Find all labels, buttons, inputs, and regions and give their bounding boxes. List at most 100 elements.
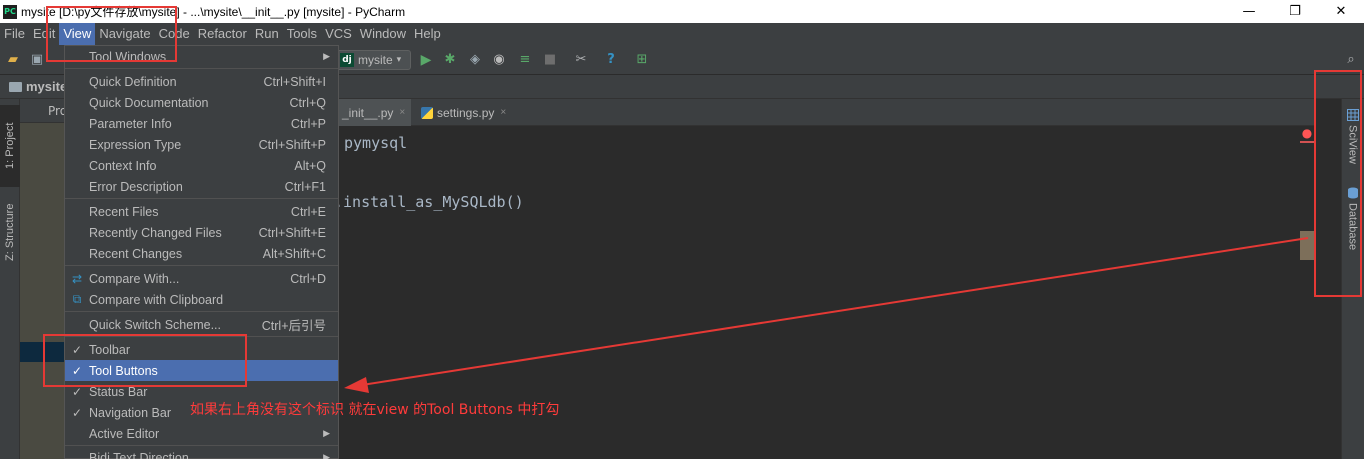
- menu-item-active-editor[interactable]: Active Editor ▶: [65, 423, 338, 444]
- close-button[interactable]: ✕: [1318, 0, 1364, 23]
- menu-item-shortcut: Ctrl+E: [290, 204, 326, 219]
- menu-separator: [65, 311, 338, 312]
- code-line: pymysql: [344, 134, 408, 152]
- annotation-box-right-stripe: [1314, 70, 1362, 297]
- menu-refactor[interactable]: Refactor: [194, 23, 251, 45]
- menu-tools[interactable]: Tools: [283, 23, 321, 45]
- menu-item-quick-documentation[interactable]: Quick Documentation Ctrl+Q: [65, 92, 338, 113]
- menu-item-shortcut: Ctrl+D: [290, 271, 326, 286]
- editor-tabs: _init__.py × settings.py ×: [336, 99, 1314, 126]
- vcs-update-icon[interactable]: ⊞: [634, 52, 650, 68]
- menu-separator: [65, 445, 338, 446]
- structure-tool-tab[interactable]: Z: Structure: [0, 191, 20, 273]
- check-icon: ✓: [71, 405, 83, 420]
- submenu-arrow-icon: ▶: [323, 452, 330, 459]
- annotation-text: 如果右上角没有这个标识 就在view 的Tool Buttons 中打勾: [190, 402, 560, 418]
- menu-item-label: Recent Files: [89, 204, 159, 219]
- coverage-icon[interactable]: ◈: [467, 52, 483, 68]
- menu-separator: [65, 68, 338, 69]
- annotation-box-tool-buttons: [43, 334, 247, 387]
- search-icon[interactable]: ⌕: [1343, 52, 1359, 68]
- menu-item-label: Error Description: [89, 179, 183, 194]
- menu-item-shortcut: Ctrl+Shift+E: [258, 225, 326, 240]
- compare-icon: ⇄: [71, 271, 83, 286]
- open-folder-icon[interactable]: ▰: [5, 52, 21, 68]
- menu-item-label: Quick Switch Scheme...: [89, 317, 221, 332]
- menu-item-compare-with-clipboard[interactable]: ⧉ Compare with Clipboard: [65, 289, 338, 310]
- settings-wrench-icon[interactable]: ✂: [573, 52, 589, 68]
- left-tool-stripe: 1: Project Z: Structure: [0, 99, 20, 459]
- annotation-box-view-menu: [46, 6, 177, 62]
- menu-item-bidi-text-direction[interactable]: Bidi Text Direction ▶: [65, 447, 338, 459]
- profile-icon[interactable]: ◉: [491, 52, 507, 68]
- save-icon[interactable]: ▣: [29, 52, 45, 68]
- maximize-button[interactable]: ❐: [1272, 0, 1318, 23]
- tab-init-py[interactable]: _init__.py ×: [336, 99, 411, 126]
- tab-settings-py[interactable]: settings.py ×: [415, 99, 519, 126]
- help-icon[interactable]: ?: [603, 52, 619, 68]
- breadcrumb-mysite[interactable]: mysite: [26, 79, 67, 94]
- project-tool-tab[interactable]: 1: Project: [0, 105, 20, 187]
- tab-label: settings.py: [437, 105, 495, 120]
- menu-item-context-info[interactable]: Context Info Alt+Q: [65, 155, 338, 176]
- run-icon[interactable]: ▶: [418, 52, 434, 68]
- editor-scrollbar[interactable]: [1300, 126, 1314, 459]
- stop-icon[interactable]: ■: [542, 52, 558, 68]
- menu-item-shortcut: Ctrl+P: [290, 116, 326, 131]
- scrollbar-thumb[interactable]: [1300, 231, 1314, 260]
- menu-item-label: Navigation Bar: [89, 405, 171, 420]
- menu-vcs[interactable]: VCS: [321, 23, 356, 45]
- menu-item-error-description[interactable]: Error Description Ctrl+F1: [65, 176, 338, 197]
- menu-item-label: Compare With...: [89, 271, 180, 286]
- concurrency-icon[interactable]: ≡: [517, 52, 533, 68]
- menu-item-label: Parameter Info: [89, 116, 172, 131]
- menu-item-recent-changes[interactable]: Recent Changes Alt+Shift+C: [65, 243, 338, 264]
- menu-item-label: Compare with Clipboard: [89, 292, 224, 307]
- python-file-icon: [421, 106, 433, 119]
- error-stripe-mark[interactable]: [1300, 141, 1314, 143]
- menu-separator: [65, 265, 338, 266]
- menu-window[interactable]: Window: [356, 23, 410, 45]
- debug-icon[interactable]: ✱: [442, 52, 458, 68]
- pycharm-logo-icon: PC: [3, 4, 17, 19]
- menu-bar: File Edit View Navigate Code Refactor Ru…: [0, 23, 1364, 45]
- menu-item-quick-switch-scheme[interactable]: Quick Switch Scheme... Ctrl+后引号: [65, 314, 338, 335]
- menu-separator: [65, 198, 338, 199]
- view-menu-dropdown: Tool Windows ▶ Quick Definition Ctrl+Shi…: [64, 45, 339, 459]
- clipboard-compare-icon: ⧉: [72, 292, 82, 306]
- menu-item-shortcut: Ctrl+Shift+I: [263, 74, 326, 89]
- menu-item-expression-type[interactable]: Expression Type Ctrl+Shift+P: [65, 134, 338, 155]
- menu-item-recently-changed-files[interactable]: Recently Changed Files Ctrl+Shift+E: [65, 222, 338, 243]
- menu-item-parameter-info[interactable]: Parameter Info Ctrl+P: [65, 113, 338, 134]
- menu-file[interactable]: File: [0, 23, 29, 45]
- menu-item-label: Context Info: [89, 158, 157, 173]
- menu-item-shortcut: Ctrl+F1: [284, 179, 326, 194]
- error-indicator-icon[interactable]: ●: [1300, 126, 1314, 140]
- code-line: .install_as_MySQLdb(): [334, 193, 524, 211]
- menu-item-shortcut: Ctrl+Shift+P: [258, 137, 326, 152]
- menu-item-shortcut: Ctrl+Q: [289, 95, 326, 110]
- menu-help[interactable]: Help: [410, 23, 445, 45]
- menu-item-label: Recent Changes: [89, 246, 183, 261]
- menu-item-shortcut: Alt+Shift+C: [262, 246, 326, 261]
- minimize-button[interactable]: —: [1226, 0, 1272, 23]
- menu-item-label: Active Editor: [89, 426, 160, 441]
- run-configuration-label: mysite: [358, 53, 393, 67]
- close-icon[interactable]: ×: [500, 107, 506, 118]
- window-controls: — ❐ ✕: [1226, 0, 1364, 23]
- menu-item-label: Quick Definition: [89, 74, 177, 89]
- menu-item-recent-files[interactable]: Recent Files Ctrl+E: [65, 201, 338, 222]
- chevron-down-icon: ▾: [396, 55, 402, 65]
- menu-item-label: Recently Changed Files: [89, 225, 222, 240]
- menu-item-shortcut: Ctrl+后引号: [261, 319, 326, 333]
- menu-run[interactable]: Run: [251, 23, 283, 45]
- menu-item-shortcut: Alt+Q: [294, 158, 326, 173]
- tab-label: _init__.py: [342, 105, 394, 120]
- menu-item-compare-with[interactable]: ⇄ Compare With... Ctrl+D: [65, 268, 338, 289]
- menu-item-quick-definition[interactable]: Quick Definition Ctrl+Shift+I: [65, 71, 338, 92]
- django-icon: dj: [340, 53, 354, 67]
- folder-icon: [9, 81, 22, 92]
- close-icon[interactable]: ×: [399, 107, 405, 118]
- run-configuration-select[interactable]: dj mysite ▾: [336, 50, 411, 70]
- menu-item-label: Expression Type: [89, 137, 182, 152]
